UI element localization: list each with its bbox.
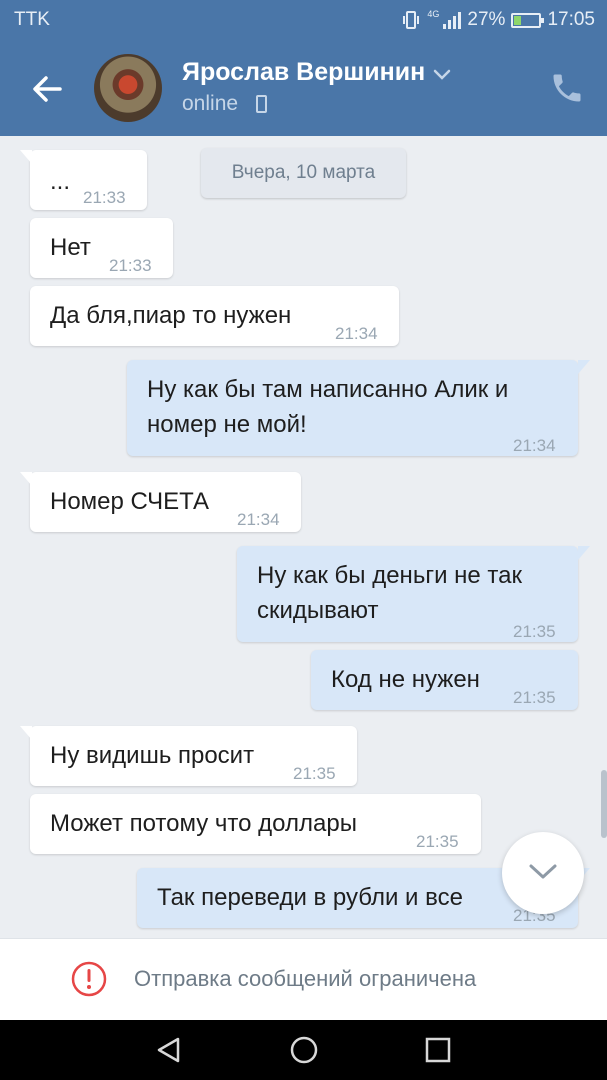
message-text: Номер СЧЕТА — [50, 488, 209, 515]
message-time: 21:35 — [513, 622, 556, 641]
message-list[interactable]: Вчера, 10 марта ... 21:33 Нет 21:33 Да б… — [0, 136, 607, 938]
message-outgoing[interactable]: Код не нужен 21:35 — [311, 650, 578, 710]
call-button[interactable] — [549, 70, 585, 106]
vibrate-icon — [403, 11, 420, 29]
mobile-phone-icon — [256, 95, 267, 113]
back-arrow-icon — [33, 76, 62, 102]
message-time: 21:34 — [513, 436, 556, 455]
message-incoming[interactable]: Может потому что доллары 21:35 — [30, 794, 481, 854]
message-text: Так переведи в рубли и все — [157, 884, 463, 911]
message-incoming[interactable]: Номер СЧЕТА 21:34 — [20, 472, 301, 532]
message-text: ... — [50, 168, 71, 195]
message-text: Да бля,пиар то нужен — [50, 302, 292, 329]
message-text: Код не нужен — [331, 666, 480, 693]
nav-back-icon[interactable] — [154, 1035, 184, 1065]
status-icons: 4G 27% 17:05 — [401, 0, 595, 40]
message-incoming[interactable]: ... 21:33 — [20, 150, 147, 210]
message-text: Может потому что доллары — [50, 810, 357, 837]
warning-icon — [71, 961, 107, 997]
message-outgoing[interactable]: Ну как бы там написанно Алик и номер не … — [127, 360, 590, 456]
system-nav-bar — [0, 1020, 607, 1080]
message-time: 21:33 — [109, 256, 152, 275]
message-time: 21:33 — [83, 188, 126, 207]
message-incoming[interactable]: Ну видишь просит 21:35 — [20, 726, 357, 786]
nav-home-icon[interactable] — [289, 1035, 319, 1065]
battery-fill — [514, 15, 522, 25]
carrier-name: TTK — [14, 9, 50, 30]
message-text: Ну видишь просит — [50, 742, 255, 769]
network-type: 4G — [427, 9, 440, 19]
message-text: Нет — [50, 234, 91, 261]
chevron-down-icon — [529, 864, 557, 879]
message-text: Ну как бы там написанно Алик и номер не … — [147, 376, 509, 438]
contact-name[interactable]: Ярослав Вершинин — [182, 58, 425, 87]
battery-icon — [511, 12, 545, 28]
chat-header: Ярослав Вершинин online — [0, 40, 607, 136]
phone-icon — [553, 74, 581, 102]
avatar[interactable] — [94, 54, 162, 122]
chevron-down-icon[interactable] — [432, 68, 452, 82]
status-bar: TTK 4G 27% 17:05 — [0, 0, 607, 40]
restriction-notice: Отправка сообщений ограничена — [0, 938, 607, 1020]
message-incoming[interactable]: Да бля,пиар то нужен 21:34 — [30, 286, 399, 346]
scrollbar[interactable] — [601, 770, 607, 838]
scroll-down-button[interactable] — [502, 832, 584, 914]
message-time: 21:35 — [416, 832, 459, 851]
message-time: 21:35 — [513, 688, 556, 707]
status-time: 17:05 — [547, 9, 595, 30]
signal-icon — [443, 11, 462, 29]
message-incoming[interactable]: Нет 21:33 — [30, 218, 173, 278]
message-time: 21:34 — [237, 510, 280, 529]
message-time: 21:35 — [293, 764, 336, 783]
contact-status: online — [182, 92, 239, 115]
notice-text: Отправка сообщений ограничена — [134, 966, 477, 991]
date-separator: Вчера, 10 марта — [201, 148, 406, 198]
message-outgoing[interactable]: Ну как бы деньги не так скидывают 21:35 — [237, 546, 590, 642]
nav-recent-icon[interactable] — [425, 1037, 451, 1063]
back-button[interactable] — [22, 64, 72, 114]
battery-percent: 27% — [467, 9, 506, 30]
message-time: 21:34 — [335, 324, 378, 343]
